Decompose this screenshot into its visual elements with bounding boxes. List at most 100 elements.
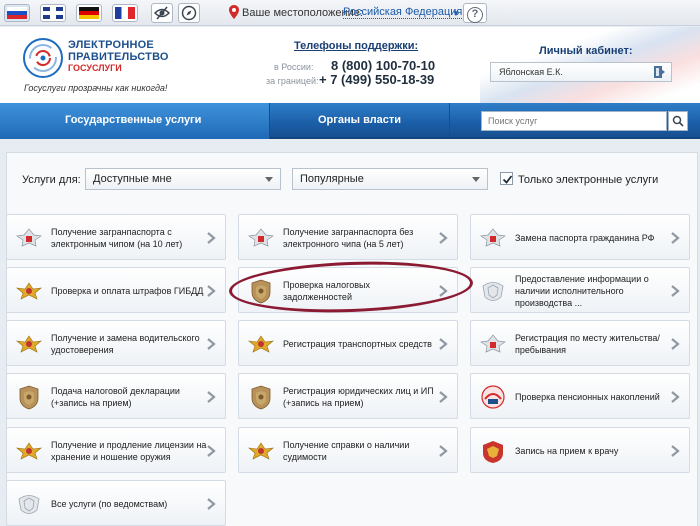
police-eagle-icon <box>16 442 42 460</box>
checkmark-icon <box>502 175 513 184</box>
german-flag-icon[interactable] <box>76 4 102 22</box>
logout-icon[interactable] <box>653 65 667 79</box>
service-tile-label: Получение загранпаспорта с электронным ч… <box>51 227 183 249</box>
service-tile[interactable]: Проверка пенсионных накоплений <box>470 373 690 419</box>
coat-of-arms-icon <box>482 282 504 301</box>
service-tile[interactable]: Проверка и оплата штрафов ГИБДД <box>6 267 226 313</box>
location-caret-icon[interactable]: ▼ <box>452 9 460 18</box>
service-tile-label: Проверка пенсионных накоплений <box>515 392 660 402</box>
tab-authorities[interactable]: Органы власти <box>270 103 450 139</box>
chevron-right-icon <box>671 391 680 403</box>
chevron-right-icon <box>439 285 448 297</box>
eagle-emblem-icon <box>480 334 506 353</box>
only-electronic-label[interactable]: Только электронные услуги <box>518 174 658 186</box>
phone-russia-number: 8 (800) 100-70-10 <box>331 58 436 73</box>
service-tile[interactable]: Проверка налоговых задолженностей <box>238 267 458 313</box>
search-button[interactable] <box>668 111 688 131</box>
tab-government-services-label: Государственные услуги <box>65 114 202 126</box>
support-phones-link[interactable]: Телефоны поддержки: <box>294 40 418 52</box>
russian-flag-icon[interactable] <box>4 4 30 22</box>
service-tile[interactable]: Все услуги (по ведомствам) <box>6 480 226 526</box>
service-tile[interactable]: Получение и продление лицензии на хранен… <box>6 427 226 473</box>
sort-select-value: Популярные <box>300 173 364 185</box>
tab-government-services[interactable]: Государственные услуги <box>0 103 270 139</box>
chevron-right-icon <box>207 498 216 510</box>
service-tile-label: Получение справки о наличии судимости <box>283 440 410 462</box>
phone-russia-label: в России: <box>274 62 314 72</box>
red-eagle-icon <box>483 441 503 463</box>
sort-select[interactable]: Популярные <box>292 168 488 190</box>
tax-eagle-icon <box>251 385 271 410</box>
logo-title-line1: ЭЛЕКТРОННОЕ <box>68 39 154 51</box>
main-navigation: Государственные услуги Органы власти <box>0 103 700 139</box>
chevron-right-icon <box>207 445 216 457</box>
service-tile-label: Проверка налоговых задолженностей <box>283 280 370 302</box>
service-tile[interactable]: Получение справки о наличии судимости <box>238 427 458 473</box>
site-header: ЭЛЕКТРОННОЕ ПРАВИТЕЛЬСТВО ГОСУСЛУГИ Госу… <box>0 27 700 103</box>
service-tile-label: Подача налоговой декларации (+запись на … <box>51 386 180 408</box>
top-bar: Ваше местоположение: Российская Федераци… <box>0 0 700 26</box>
chevron-down-icon <box>265 177 273 182</box>
phone-abroad-label: за границей: <box>266 76 319 86</box>
gosuslugi-logo-icon[interactable] <box>22 37 64 79</box>
location-selector[interactable]: Российская Федерация <box>343 6 463 19</box>
services-for-label: Услуги для: <box>22 174 81 186</box>
chevron-right-icon <box>671 445 680 457</box>
cabinet-user-name[interactable]: Яблонская Е.К. <box>499 67 563 77</box>
chevron-down-icon <box>472 177 480 182</box>
accessibility-eye-button[interactable] <box>151 3 173 23</box>
english-flag-icon[interactable] <box>40 4 66 22</box>
service-tile[interactable]: Получение загранпаспорта без электронног… <box>238 214 458 260</box>
service-tile[interactable]: Регистрация транспортных средств <box>238 320 458 366</box>
help-button[interactable]: ? <box>463 3 487 23</box>
tax-eagle-icon <box>251 279 271 304</box>
chevron-right-icon <box>207 285 216 297</box>
service-tile[interactable]: Регистрация по месту жительства/пребыван… <box>470 320 690 366</box>
only-electronic-checkbox[interactable] <box>500 172 513 185</box>
location-pin-icon <box>229 5 239 19</box>
service-tile-label: Все услуги (по ведомствам) <box>51 499 168 509</box>
eagle-emblem-icon <box>16 228 42 247</box>
chevron-right-icon <box>439 391 448 403</box>
tab-authorities-label: Органы власти <box>318 114 402 126</box>
map-compass-button[interactable] <box>178 3 200 23</box>
police-eagle-icon <box>248 335 274 353</box>
service-tile[interactable]: Замена паспорта гражданина РФ <box>470 214 690 260</box>
service-tile[interactable]: Запись на прием к врачу <box>470 427 690 473</box>
police-eagle-icon <box>16 282 42 300</box>
service-tile-label: Получение и замена водительского удостов… <box>51 333 200 355</box>
service-tile-label: Получение загранпаспорта без электронног… <box>283 227 414 249</box>
eye-icon <box>154 6 170 20</box>
service-tile-label: Проверка и оплата штрафов ГИБДД <box>51 286 204 296</box>
service-tile[interactable]: Получение и замена водительского удостов… <box>6 320 226 366</box>
chevron-right-icon <box>207 391 216 403</box>
service-tile[interactable]: Подача налоговой декларации (+запись на … <box>6 373 226 419</box>
service-tile-label: Запись на прием к врачу <box>515 446 619 456</box>
police-eagle-icon <box>248 442 274 460</box>
logo-title-line2: ПРАВИТЕЛЬСТВО <box>68 51 169 63</box>
pension-fund-icon <box>481 385 505 409</box>
chevron-right-icon <box>439 338 448 350</box>
service-tile-label: Замена паспорта гражданина РФ <box>515 233 655 243</box>
service-tile[interactable]: Регистрация юридических лиц и ИП (+запис… <box>238 373 458 419</box>
service-tile-label: Регистрация транспортных средств <box>283 339 432 349</box>
coat-of-arms-icon <box>18 495 40 514</box>
audience-select-value: Доступные мне <box>93 173 172 185</box>
eagle-emblem-icon <box>480 228 506 247</box>
audience-select[interactable]: Доступные мне <box>85 168 281 190</box>
service-tile-label: Регистрация по месту жительства/пребыван… <box>515 333 660 355</box>
police-eagle-icon <box>16 335 42 353</box>
french-flag-icon[interactable] <box>112 4 138 22</box>
service-tile-label: Получение и продление лицензии на хранен… <box>51 440 207 462</box>
compass-icon <box>181 5 197 21</box>
personal-cabinet-box[interactable]: Яблонская Е.К. <box>490 62 672 82</box>
help-icon: ? <box>467 7 483 23</box>
service-tile[interactable]: Предоставление информации о наличии испо… <box>470 267 690 313</box>
chevron-right-icon <box>671 232 680 244</box>
chevron-right-icon <box>439 232 448 244</box>
eagle-emblem-icon <box>248 228 274 247</box>
chevron-right-icon <box>207 338 216 350</box>
service-tile[interactable]: Получение загранпаспорта с электронным ч… <box>6 214 226 260</box>
service-tile-label: Предоставление информации о наличии испо… <box>515 274 649 308</box>
search-input[interactable] <box>481 111 667 131</box>
